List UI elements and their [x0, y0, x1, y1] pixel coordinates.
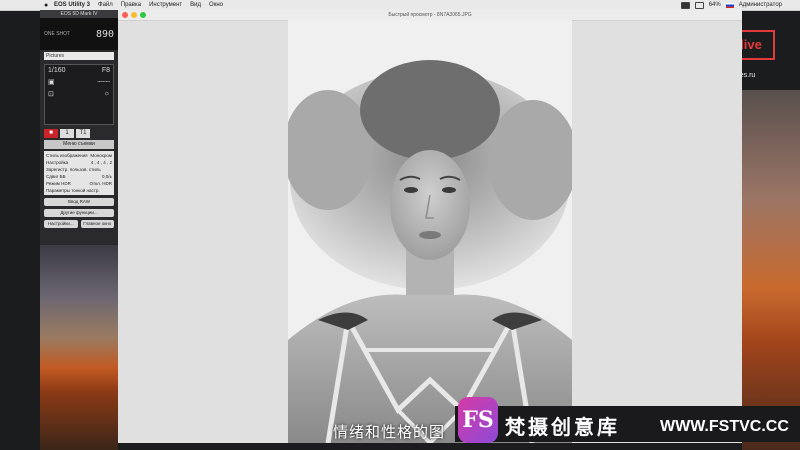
setting-name: Стиль изображения: [46, 153, 88, 158]
white-balance-icon[interactable]: ☼: [104, 90, 110, 98]
setting-name: Зарегистр. пользов. стиль: [46, 167, 101, 172]
raw-input-button[interactable]: Ввод RAW: [44, 198, 114, 206]
window-controls: [122, 12, 146, 18]
metering-icon[interactable]: ▣: [48, 78, 55, 86]
menu-tools[interactable]: Инструмент: [149, 2, 182, 8]
setting-value: 0,0/±: [102, 174, 112, 179]
setting-name: Параметры тонкой настр.: [46, 188, 100, 193]
setting-value: 4 , 4 , 4 , 2: [90, 160, 112, 165]
shutter-speed[interactable]: 1/160: [48, 67, 66, 74]
minimize-window-icon[interactable]: [131, 12, 137, 18]
shots-remaining: 890: [95, 28, 114, 40]
preview-photo: [288, 20, 572, 443]
video-subtitle: 情绪和性格的图: [333, 424, 446, 441]
eos-panel-title: EOS 5D Mark IV: [40, 10, 118, 18]
apple-menu-icon[interactable]: ●: [44, 2, 54, 9]
setting-name: Настройка: [46, 160, 69, 165]
eos-tabs: ■ 1 T1: [44, 129, 114, 138]
brand-logo-icon: FS: [458, 397, 498, 443]
menu-file[interactable]: Файл: [98, 2, 113, 8]
battery-icon[interactable]: [694, 1, 704, 9]
af-mode-label: ONE SHOT: [44, 31, 71, 37]
preview-title: Быстрый просмотр - 8N7A3065.JPG: [388, 12, 472, 18]
brand-url: WWW.FSTVC.CC: [660, 418, 789, 435]
preferences-button[interactable]: Настройки...: [44, 220, 78, 228]
eos-utility-panel: EOS 5D Mark IV ONE SHOT 890 Pictures 1/1…: [40, 10, 118, 245]
display-status-icon[interactable]: [680, 1, 690, 9]
camera-lcd-panel: 1/160 F8 ▣ ┄┄┄ ⊡ ☼: [44, 64, 114, 125]
picture-style-select[interactable]: Pictures: [44, 52, 114, 60]
drive-mode-icon[interactable]: ⊡: [48, 90, 54, 98]
menu-view[interactable]: Вид: [190, 2, 201, 8]
battery-percent: 64%: [708, 2, 721, 8]
exposure-scale-icon[interactable]: ┄┄┄: [97, 78, 110, 86]
language-flag-icon[interactable]: [725, 2, 734, 8]
setting-name: Режим HDR: [46, 181, 71, 186]
tab-1[interactable]: 1: [60, 129, 74, 138]
menu-edit[interactable]: Правка: [121, 2, 141, 8]
setting-row[interactable]: Параметры тонкой настр.: [46, 187, 112, 194]
other-functions-button[interactable]: Другие функции...: [44, 209, 114, 217]
tab-camera-icon[interactable]: ■: [44, 129, 58, 138]
setting-name: Сдвиг ББ: [46, 174, 66, 179]
menu-app-name[interactable]: EOS Utility 3: [54, 2, 90, 8]
menu-window[interactable]: Окно: [209, 2, 223, 8]
user-name[interactable]: Администратор: [739, 2, 782, 8]
aperture-value[interactable]: F8: [102, 67, 110, 74]
tab-t1[interactable]: T1: [76, 129, 90, 138]
setting-row[interactable]: Зарегистр. пользов. стиль: [46, 166, 112, 173]
close-window-icon[interactable]: [122, 12, 128, 18]
zoom-window-icon[interactable]: [140, 12, 146, 18]
setting-value: Монохром: [90, 153, 112, 158]
eos-status-strip: ONE SHOT 890: [40, 18, 118, 50]
setting-row[interactable]: Стиль изображения Монохром: [46, 152, 112, 159]
setting-row[interactable]: Режим HDR Откл. HDR: [46, 180, 112, 187]
setting-row[interactable]: Сдвиг ББ 0,0/±: [46, 173, 112, 180]
shooting-menu-title: Меню съемки: [44, 140, 114, 149]
setting-row[interactable]: Настройка 4 , 4 , 4 , 2: [46, 159, 112, 166]
main-window-button[interactable]: Главное окно: [80, 220, 114, 228]
desktop-wallpaper-right: [742, 90, 800, 450]
setting-value: Откл. HDR: [89, 181, 112, 186]
quick-preview-window: Быстрый просмотр - 8N7A3065.JPG: [118, 10, 742, 443]
portrait-image: [288, 20, 572, 443]
shooting-settings-list: Стиль изображения Монохром Настройка 4 ,…: [44, 151, 114, 195]
menu-status-area: 64% Администратор: [680, 0, 782, 10]
brand-name: 梵摄创意库: [505, 417, 620, 439]
bottom-buttons: Настройки... Главное окно: [44, 220, 114, 228]
desktop-wallpaper-left: [40, 245, 118, 450]
